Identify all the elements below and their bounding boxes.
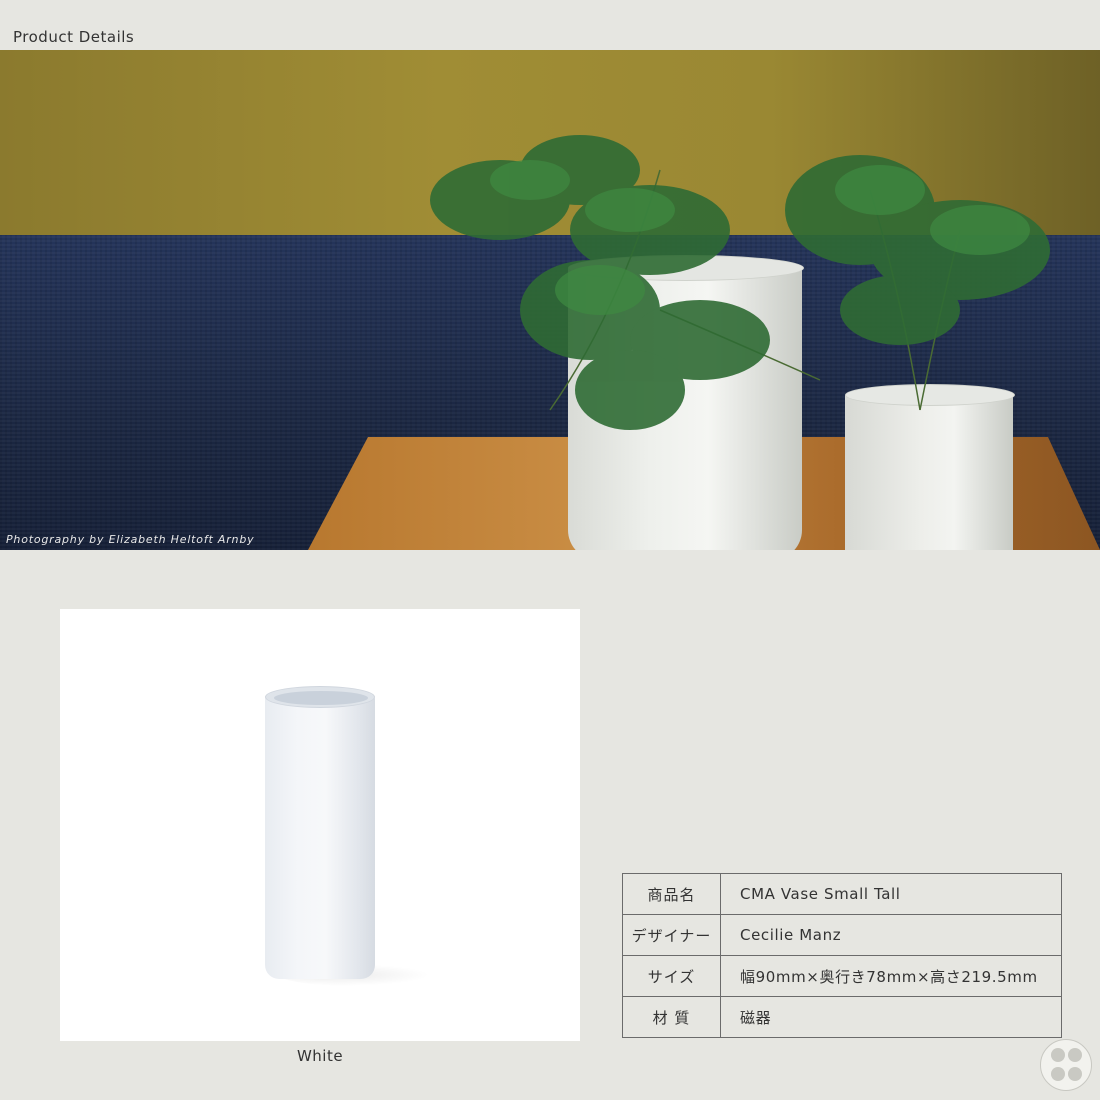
spec-row-name: 商品名 CMA Vase Small Tall	[622, 873, 1062, 915]
hero-photo: Photography by Elizabeth Heltoft Arnby	[0, 50, 1100, 550]
vase-rim-inner	[274, 691, 368, 705]
photo-credit: Photography by Elizabeth Heltoft Arnby	[6, 533, 255, 546]
spec-label: サイズ	[622, 955, 721, 997]
brand-seal-icon	[1040, 1039, 1092, 1091]
spec-row-material: 材 質 磁器	[622, 996, 1062, 1038]
spec-label: デザイナー	[622, 914, 721, 956]
spec-label: 商品名	[622, 873, 721, 915]
spec-value: Cecilie Manz	[720, 914, 1062, 956]
spec-value: CMA Vase Small Tall	[720, 873, 1062, 915]
vase-body	[265, 696, 375, 979]
vase-rim	[265, 686, 375, 708]
product-spec-table: 商品名 CMA Vase Small Tall デザイナー Cecilie Ma…	[622, 873, 1062, 1038]
spec-label: 材 質	[622, 996, 721, 1038]
spec-row-designer: デザイナー Cecilie Manz	[622, 914, 1062, 956]
hero-foliage	[430, 135, 1050, 430]
product-image-card	[60, 609, 580, 1041]
color-variant-label: White	[296, 1047, 344, 1065]
spec-row-size: サイズ 幅90mm×奥行き78mm×高さ219.5mm	[622, 955, 1062, 997]
product-vase-image	[265, 686, 430, 986]
spec-value: 幅90mm×奥行き78mm×高さ219.5mm	[720, 955, 1062, 997]
page-title: Product Details	[13, 28, 135, 46]
spec-value: 磁器	[720, 996, 1062, 1038]
